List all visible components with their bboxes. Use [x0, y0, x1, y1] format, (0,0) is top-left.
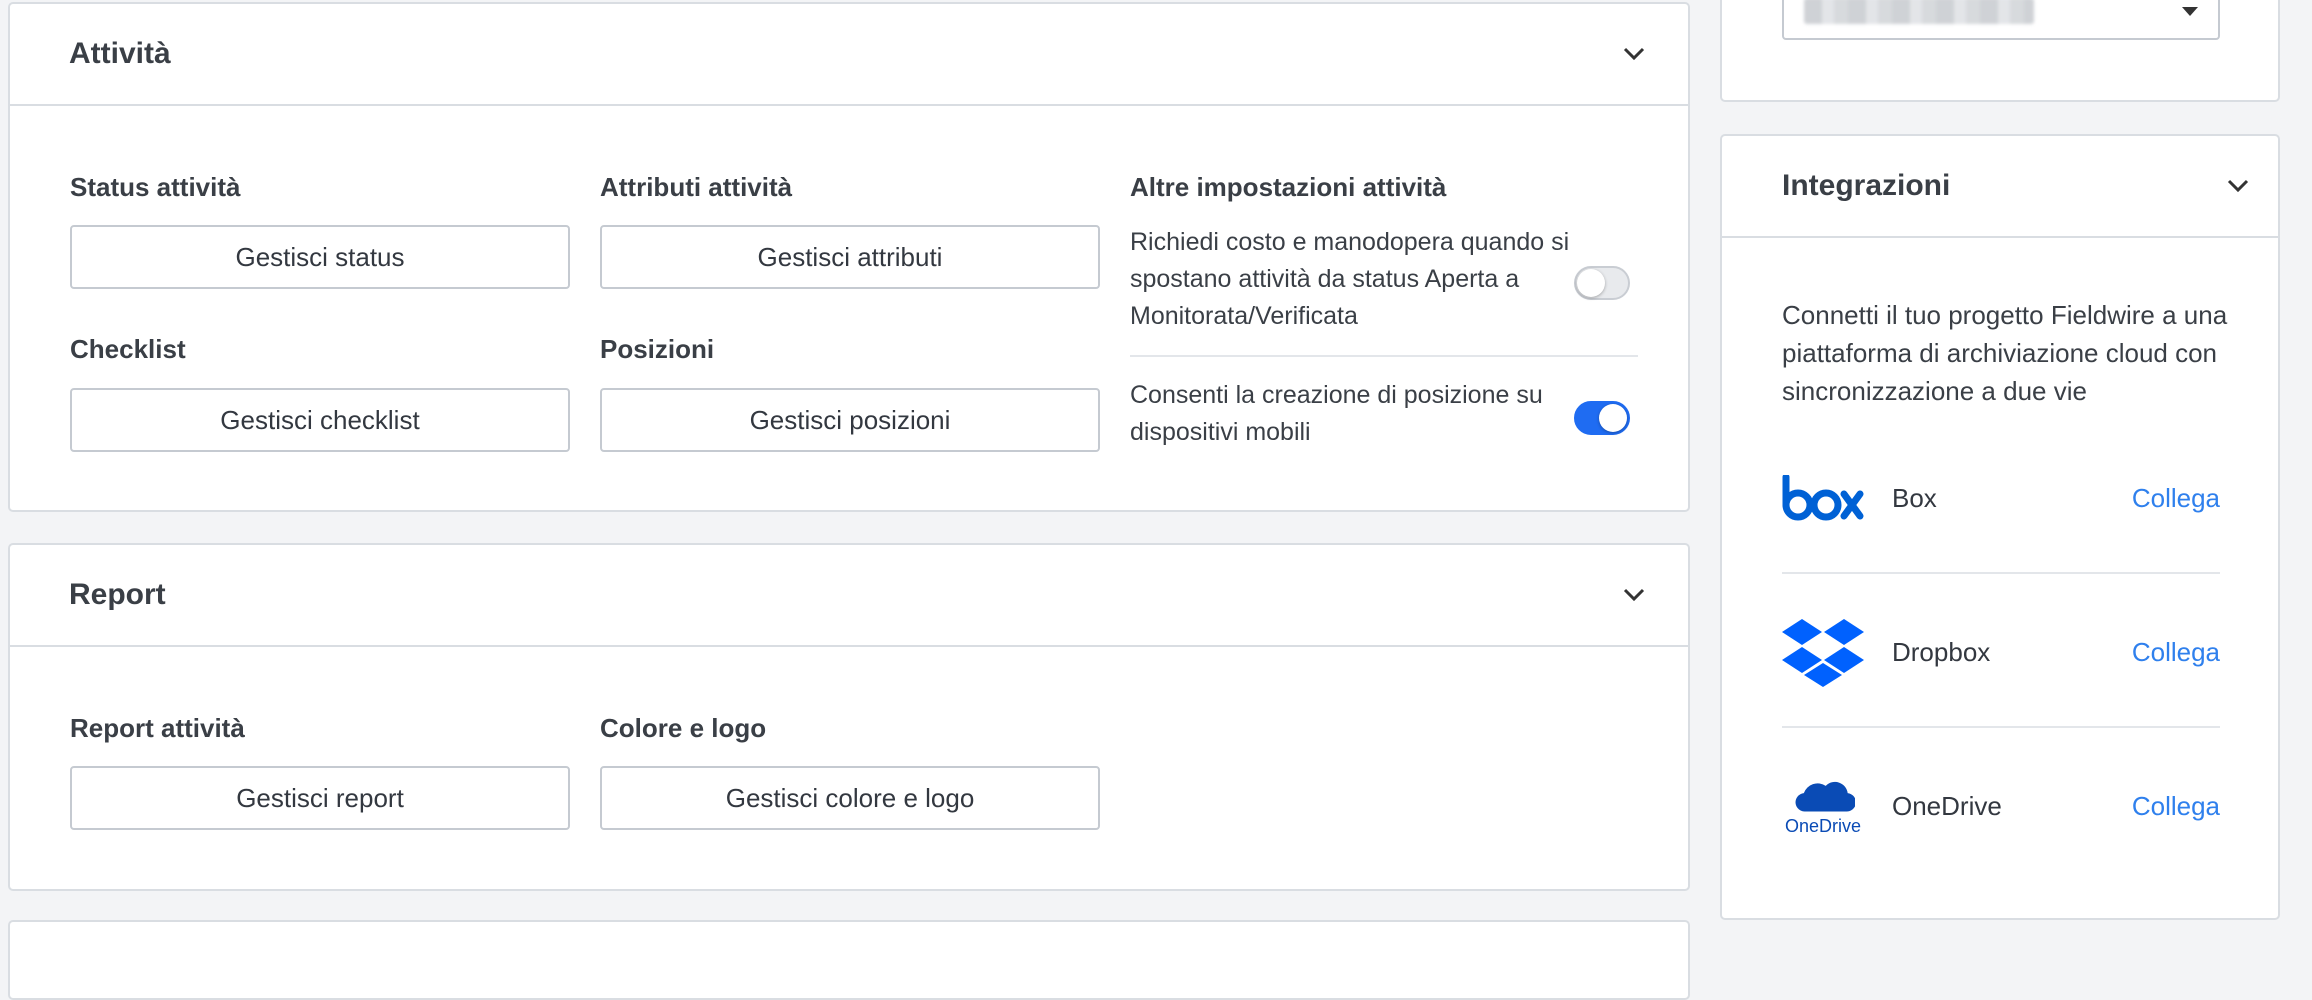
integration-name-box: Box — [1892, 482, 1937, 513]
locations-label: Posizioni — [600, 334, 715, 364]
reports-card: Report Report attività Gestisci report C… — [8, 543, 1690, 891]
reports-header: Report — [10, 545, 1688, 647]
integrations-description: Connetti il tuo progetto Fieldwire a una… — [1782, 300, 2228, 406]
connect-onedrive-link[interactable]: Collega — [2132, 791, 2220, 822]
integration-divider — [1782, 572, 2220, 574]
activities-header: Attività — [10, 4, 1688, 106]
integration-row-onedrive: OneDrive OneDrive Collega — [1782, 756, 2220, 856]
manage-color-logo-button[interactable]: Gestisci colore e logo — [600, 766, 1100, 830]
toggle-knob — [1577, 269, 1605, 297]
activities-card: Attività Status attività Gestisci status… — [8, 2, 1690, 512]
mobile-locations-toggle[interactable] — [1574, 401, 1630, 435]
attributes-label: Attributi attività — [600, 172, 793, 202]
report-activities-label: Report attività — [70, 713, 245, 743]
next-card — [8, 920, 1690, 1000]
redacted-value — [1804, 0, 2034, 24]
manage-report-button[interactable]: Gestisci report — [70, 766, 570, 830]
manage-checklist-button[interactable]: Gestisci checklist — [70, 388, 570, 452]
activities-title: Attività — [69, 37, 171, 70]
integrations-title: Integrazioni — [1782, 169, 1951, 202]
manage-attributes-button[interactable]: Gestisci attributi — [600, 225, 1100, 289]
mobile-locations-setting-text: Consenti la creazione di posizione su di… — [1130, 381, 1543, 446]
integration-row-dropbox: Dropbox Collega — [1782, 602, 2220, 702]
chevron-down-icon[interactable] — [1618, 579, 1650, 611]
color-logo-label: Colore e logo — [600, 713, 767, 743]
dropdown-caret-icon — [2182, 6, 2198, 16]
manage-locations-button[interactable]: Gestisci posizioni — [600, 388, 1100, 452]
toggle-knob — [1599, 404, 1627, 432]
box-logo-icon — [1782, 457, 1864, 539]
integrations-header: Integrazioni — [1722, 136, 2278, 238]
require-cost-setting-text: Richiedi costo e manodopera quando si sp… — [1130, 228, 1570, 330]
integrations-card: Integrazioni Connetti il tuo progetto Fi… — [1720, 134, 2280, 920]
onedrive-logo-text: OneDrive — [1784, 815, 1862, 836]
integration-name-onedrive: OneDrive — [1892, 790, 2002, 821]
chevron-down-icon[interactable] — [2222, 170, 2254, 202]
project-select[interactable] — [1782, 0, 2220, 40]
connect-box-link[interactable]: Collega — [2132, 483, 2220, 514]
chevron-down-icon[interactable] — [1618, 38, 1650, 70]
dropbox-logo-icon — [1782, 611, 1864, 693]
reports-title: Report — [69, 578, 166, 611]
integration-row-box: Box Collega — [1782, 448, 2220, 548]
integration-divider — [1782, 726, 2220, 728]
onedrive-logo-icon: OneDrive — [1782, 765, 1864, 847]
other-settings-label: Altre impostazioni attività — [1130, 172, 1447, 202]
manage-status-button[interactable]: Gestisci status — [70, 225, 570, 289]
project-select-card — [1720, 0, 2280, 102]
integration-name-dropbox: Dropbox — [1892, 636, 1991, 667]
require-cost-toggle[interactable] — [1574, 266, 1630, 300]
connect-dropbox-link[interactable]: Collega — [2132, 637, 2220, 668]
status-label: Status attività — [70, 172, 241, 202]
settings-divider — [1130, 355, 1638, 357]
checklist-label: Checklist — [70, 334, 186, 364]
